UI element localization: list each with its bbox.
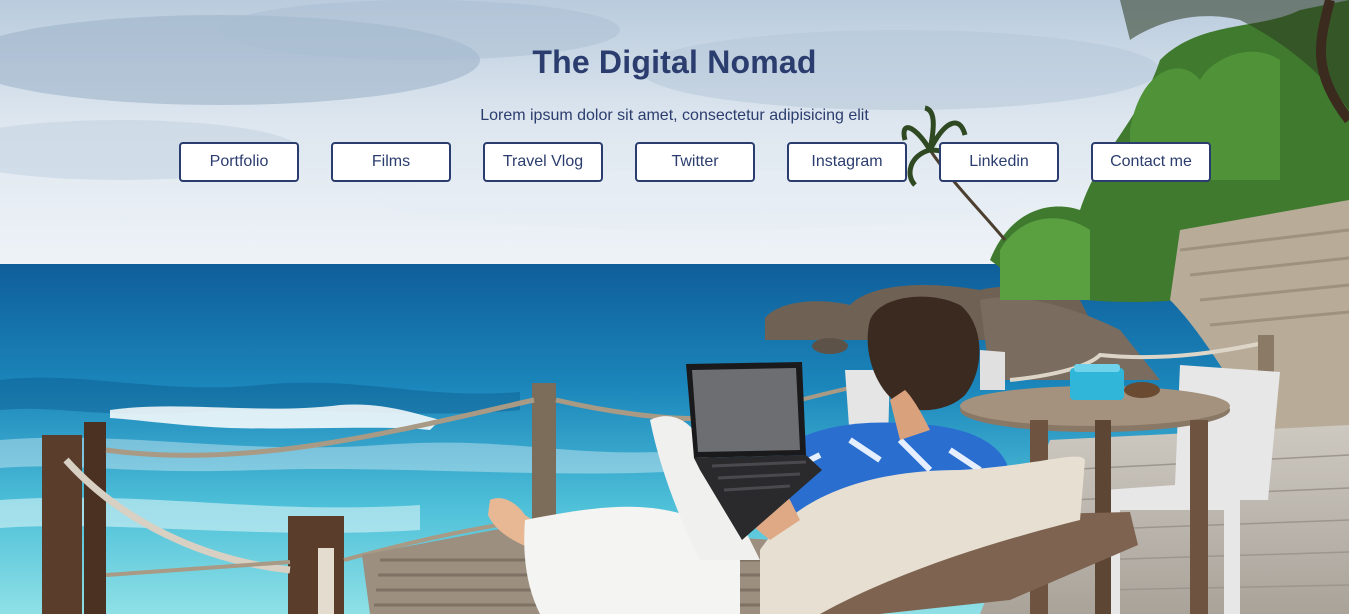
nav-bar: Portfolio Films Travel Vlog Twitter Inst… [179,142,1211,182]
nav-button-instagram[interactable]: Instagram [787,142,907,182]
nav-button-travel-vlog[interactable]: Travel Vlog [483,142,603,182]
nav-button-portfolio[interactable]: Portfolio [179,142,299,182]
nav-button-contact-me[interactable]: Contact me [1091,142,1211,182]
hero-background-image [0,0,1349,614]
nav-button-films[interactable]: Films [331,142,451,182]
page-subtitle: Lorem ipsum dolor sit amet, consectetur … [480,107,869,124]
nav-button-linkedin[interactable]: Linkedin [939,142,1059,182]
hero-section: The Digital Nomad Lorem ipsum dolor sit … [0,0,1349,614]
nav-button-twitter[interactable]: Twitter [635,142,755,182]
page-title: The Digital Nomad [532,44,817,80]
